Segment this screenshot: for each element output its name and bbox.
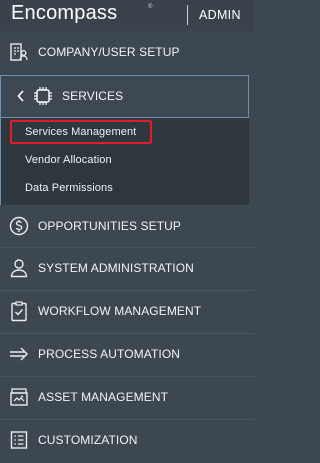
menu-item-process-automation[interactable]: PROCESS AUTOMATION bbox=[0, 333, 254, 375]
brand-name: Encompass bbox=[11, 2, 118, 24]
clipboard-check-icon bbox=[11, 301, 27, 322]
person-icon bbox=[10, 259, 28, 278]
menu-label-customization: CUSTOMIZATION bbox=[38, 433, 138, 447]
cpu-chip-icon bbox=[34, 87, 52, 105]
brand-logo[interactable]: Encompass bbox=[11, 2, 117, 25]
dollar-circle-icon bbox=[9, 216, 29, 236]
menu-item-opportunities-setup[interactable]: OPPORTUNITIES SETUP bbox=[0, 205, 254, 247]
asset-box-icon bbox=[10, 388, 28, 406]
building-user-icon bbox=[10, 43, 28, 61]
menu-item-workflow-management[interactable]: WORKFLOW MANAGEMENT bbox=[0, 290, 254, 332]
header-divider bbox=[187, 5, 188, 25]
admin-navigation-panel: Encompass ® ADMIN COMPANY/USER SETUP SER… bbox=[0, 0, 254, 463]
menu-label-system-administration: SYSTEM ADMINISTRATION bbox=[38, 261, 194, 275]
menu-item-company-user-setup[interactable]: COMPANY/USER SETUP bbox=[0, 31, 254, 73]
submenu-item-vendor-allocation[interactable]: Vendor Allocation bbox=[25, 154, 112, 166]
menu-item-services[interactable]: SERVICES bbox=[0, 75, 249, 118]
menu-item-system-administration[interactable]: SYSTEM ADMINISTRATION bbox=[0, 247, 254, 289]
submenu-item-data-permissions[interactable]: Data Permissions bbox=[25, 182, 113, 194]
chevron-left-icon[interactable] bbox=[16, 89, 26, 103]
menu-item-asset-management[interactable]: ASSET MANAGEMENT bbox=[0, 376, 254, 418]
app-header: Encompass ® ADMIN bbox=[0, 0, 254, 31]
menu-item-customization[interactable]: CUSTOMIZATION bbox=[0, 419, 254, 461]
menu-label-process-automation: PROCESS AUTOMATION bbox=[38, 347, 181, 361]
admin-label: ADMIN bbox=[199, 8, 241, 22]
brand-trademark: ® bbox=[148, 4, 153, 10]
selection-highlight-box bbox=[10, 120, 152, 144]
menu-label-services: SERVICES bbox=[62, 89, 124, 103]
arrow-right-icon bbox=[10, 347, 28, 361]
menu-label-company-user-setup: COMPANY/USER SETUP bbox=[38, 45, 180, 59]
menu-label-asset-management: ASSET MANAGEMENT bbox=[38, 390, 169, 404]
menu-label-workflow-management: WORKFLOW MANAGEMENT bbox=[38, 304, 202, 318]
list-document-icon bbox=[10, 431, 28, 449]
menu-label-opportunities-setup: OPPORTUNITIES SETUP bbox=[38, 219, 182, 233]
